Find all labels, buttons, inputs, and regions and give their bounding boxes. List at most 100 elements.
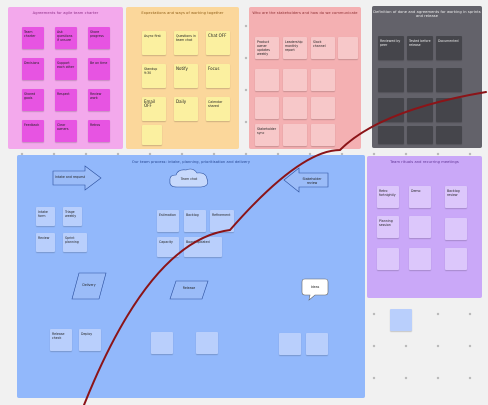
note-text: Backlog review [447, 189, 460, 197]
sticky-note[interactable] [407, 68, 433, 92]
sticky-note[interactable] [378, 98, 404, 122]
sticky-note[interactable] [196, 332, 218, 354]
sticky-note[interactable] [409, 248, 431, 270]
sticky-note[interactable]: Board updated [184, 237, 222, 257]
sticky-note[interactable] [445, 248, 467, 270]
sticky-note[interactable]: Reviewed by peer [378, 36, 404, 60]
frame-stakeholders[interactable]: Who are the stakeholders and how do we c… [249, 7, 361, 149]
sticky-note[interactable] [378, 68, 404, 92]
note-text: Capacity [159, 240, 173, 244]
sticky-note[interactable]: Share progress [88, 27, 110, 49]
sticky-note[interactable] [378, 126, 404, 144]
arrow-right-label: Stakeholder review [302, 177, 322, 185]
note-text: Daily [176, 99, 187, 104]
sticky-note[interactable]: Release check [50, 329, 72, 351]
sticky-note[interactable] [390, 309, 412, 331]
sticky-note[interactable] [151, 332, 173, 354]
note-text: Review work [90, 92, 102, 100]
sticky-note[interactable] [255, 97, 279, 119]
sticky-note[interactable] [142, 125, 162, 145]
sticky-note[interactable]: Be on time [88, 58, 110, 80]
sticky-note[interactable]: Team charter [22, 27, 44, 49]
sticky-note[interactable]: Slack channel [311, 37, 335, 59]
frame-team-process[interactable]: Our team process: intake, planning, prio… [17, 155, 365, 398]
note-text: Review [38, 236, 50, 240]
sticky-note[interactable]: Review work [88, 89, 110, 111]
note-text: Feedback [24, 123, 40, 127]
sticky-note[interactable] [436, 68, 462, 92]
sticky-note[interactable]: Questions in team chat [174, 31, 198, 55]
sticky-note[interactable]: Backlog review [445, 186, 467, 208]
sticky-note[interactable]: Intake form [36, 207, 55, 226]
sticky-note[interactable] [311, 69, 335, 91]
speech-bubble-shape[interactable] [301, 277, 329, 301]
parallelogram-label: Delivery [82, 283, 96, 287]
sticky-note[interactable]: Chat OFF [206, 31, 230, 55]
sticky-note[interactable] [279, 333, 301, 355]
note-text: Reviewed by peer [380, 39, 401, 47]
sticky-note[interactable] [436, 98, 462, 122]
note-text: Be on time [90, 61, 108, 65]
sticky-note[interactable]: Leadership monthly report [283, 37, 307, 59]
frame-ways-of-working[interactable]: Expectations and ways of working togethe… [126, 7, 239, 149]
sticky-note[interactable]: Respect [55, 89, 77, 111]
sticky-note[interactable]: Estimation [157, 210, 179, 232]
sticky-note[interactable]: Review [36, 233, 55, 252]
frame-team-agreements[interactable]: Agreements for agile team charter Team c… [8, 7, 123, 149]
sticky-note[interactable]: Product owner updates weekly [255, 37, 279, 59]
sticky-note[interactable] [283, 97, 307, 119]
sticky-note[interactable]: Async first [142, 31, 166, 55]
note-text: Sprint planning [65, 236, 79, 244]
sticky-note[interactable]: Sprint planning [63, 233, 87, 252]
sticky-note[interactable]: Feedback [22, 120, 44, 142]
frame-definition-of-done[interactable]: Definition of done and agreements for wo… [372, 6, 482, 148]
sticky-note[interactable]: Focus [206, 64, 230, 88]
sticky-note[interactable]: Standup 9:30 [142, 64, 166, 88]
note-text: Async first [144, 34, 161, 38]
sticky-note[interactable] [409, 216, 431, 238]
sticky-note[interactable] [445, 218, 467, 240]
sticky-note[interactable]: Documented [436, 36, 462, 60]
sticky-note[interactable] [407, 126, 433, 144]
sticky-note[interactable]: Retros [88, 120, 110, 142]
sticky-note[interactable]: Triage weekly [63, 207, 82, 226]
sticky-note[interactable] [306, 333, 328, 355]
note-text: Chat OFF [208, 33, 227, 38]
sticky-note[interactable]: Capacity [157, 237, 179, 257]
sticky-note[interactable]: Refinement [210, 210, 234, 232]
sticky-note[interactable] [283, 124, 307, 146]
sticky-note[interactable] [311, 97, 335, 119]
sticky-note[interactable]: Deploy [79, 329, 101, 351]
frame-title: Expectations and ways of working togethe… [141, 11, 224, 15]
sticky-note[interactable] [283, 69, 307, 91]
sticky-note[interactable]: Retro fortnightly [377, 186, 399, 208]
sticky-note[interactable]: Calendar shared [206, 97, 230, 121]
note-text: Refinement [212, 213, 231, 217]
sticky-note[interactable]: Demo [409, 186, 431, 208]
sticky-note[interactable] [255, 69, 279, 91]
sticky-note[interactable] [407, 98, 433, 122]
parallelogram-shape[interactable] [169, 280, 209, 300]
sticky-note[interactable] [377, 248, 399, 270]
note-text: Support each other [57, 61, 75, 69]
sticky-note[interactable]: Notify [174, 64, 198, 88]
sticky-note[interactable]: Planning session [377, 216, 399, 238]
sticky-note[interactable]: Decisions [22, 58, 44, 80]
sticky-note[interactable] [338, 37, 358, 59]
sticky-note[interactable] [436, 126, 462, 144]
sticky-note[interactable] [311, 124, 335, 146]
note-text: Slack channel [313, 40, 326, 48]
sticky-note[interactable]: Email OFF [142, 97, 166, 121]
sticky-note[interactable]: Tested before release [407, 36, 433, 60]
sticky-note[interactable]: Backlog [184, 210, 206, 232]
cloud-label: Team chat [180, 177, 198, 181]
sticky-note[interactable]: Support each other [55, 58, 77, 80]
note-text: Product owner updates weekly [257, 40, 270, 56]
sticky-note[interactable]: Daily [174, 97, 198, 121]
frame-team-rituals[interactable]: Team rituals and recurring meetings Retr… [367, 156, 482, 298]
sticky-note[interactable]: Stakeholder sync [255, 124, 279, 146]
sticky-note[interactable]: Ask questions if unsure [55, 27, 77, 49]
speech-bubble-label: Ideas [310, 285, 320, 289]
sticky-note[interactable]: Clear owners [55, 120, 77, 142]
sticky-note[interactable]: Shared goals [22, 89, 44, 111]
